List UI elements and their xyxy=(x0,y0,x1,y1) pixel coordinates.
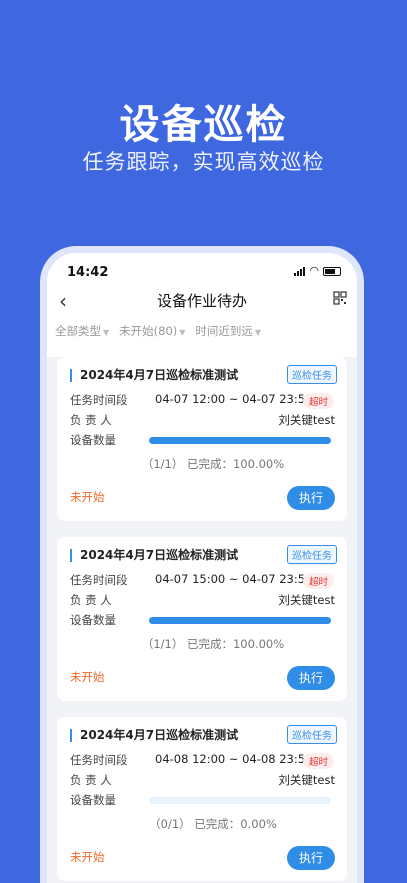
task-type-badge: 巡检任务 xyxy=(287,725,337,744)
progress-bar xyxy=(149,437,331,444)
task-card[interactable]: 2024年4月7日巡检标准测试 巡检任务 任务时间段 04-07 12:00 ~… xyxy=(57,357,347,521)
app-screen: 14:42 ◠ ‹ 设备作业待办 全部类型 ▼ 未开始(80) ▼ 时间近到远 ▼ xyxy=(47,253,357,883)
time-label: 任务时间段 xyxy=(70,753,128,767)
status-time: 14:42 xyxy=(67,265,109,280)
person-label: 负 责 人 xyxy=(70,773,112,787)
progress-bar xyxy=(149,797,331,804)
overdue-badge: 超时 xyxy=(303,573,335,589)
progress-bar xyxy=(149,617,331,624)
filter-sort[interactable]: 时间近到远 ▼ xyxy=(195,323,261,339)
task-status: 未开始 xyxy=(70,850,105,864)
chevron-down-icon: ▼ xyxy=(103,328,110,337)
time-label: 任务时间段 xyxy=(70,393,128,407)
signal-icon xyxy=(294,266,306,276)
progress-text: （1/1） 已完成：100.00% xyxy=(141,637,285,651)
filter-status-label: 未开始(80) xyxy=(119,324,178,338)
person-value: 刘关键test xyxy=(278,773,335,787)
person-label: 负 责 人 xyxy=(70,413,112,427)
top-bar: 14:42 ◠ ‹ 设备作业待办 全部类型 ▼ 未开始(80) ▼ 时间近到远 ▼ xyxy=(47,253,357,357)
overdue-badge: 超时 xyxy=(303,393,335,409)
task-title: 2024年4月7日巡检标准测试 xyxy=(70,369,238,382)
devices-label: 设备数量 xyxy=(70,433,116,447)
task-type-badge: 巡检任务 xyxy=(287,545,337,564)
person-label: 负 责 人 xyxy=(70,593,112,607)
overdue-badge: 超时 xyxy=(303,753,335,769)
battery-icon xyxy=(323,266,341,276)
hero-title: 设备巡检 xyxy=(119,102,288,148)
filter-bar: 全部类型 ▼ 未开始(80) ▼ 时间近到远 ▼ xyxy=(55,323,261,339)
status-icons: ◠ xyxy=(294,264,341,277)
devices-label: 设备数量 xyxy=(70,793,116,807)
task-card[interactable]: 2024年4月7日巡检标准测试 巡检任务 任务时间段 04-07 15:00 ~… xyxy=(57,537,347,701)
chevron-down-icon: ▼ xyxy=(254,328,262,337)
filter-type[interactable]: 全部类型 ▼ xyxy=(55,323,109,339)
task-title: 2024年4月7日巡检标准测试 xyxy=(70,549,238,562)
progress-fill xyxy=(149,617,331,624)
task-type-badge: 巡检任务 xyxy=(287,365,337,384)
task-status: 未开始 xyxy=(70,670,105,684)
task-title: 2024年4月7日巡检标准测试 xyxy=(70,729,238,742)
task-status: 未开始 xyxy=(70,490,105,504)
page-title: 设备作业待办 xyxy=(156,292,247,310)
execute-button[interactable]: 执行 xyxy=(287,486,335,510)
chevron-down-icon: ▼ xyxy=(179,328,186,337)
phone-frame: 14:42 ◠ ‹ 设备作业待办 全部类型 ▼ 未开始(80) ▼ 时间近到远 ▼ xyxy=(40,246,364,883)
time-range: 04-08 12:00 ~ 04-08 23:59 xyxy=(155,752,313,766)
devices-label: 设备数量 xyxy=(70,613,116,627)
progress-text: （1/1） 已完成：100.00% xyxy=(141,457,285,471)
hero-subtitle: 任务跟踪，实现高效巡检 xyxy=(82,150,325,174)
execute-button[interactable]: 执行 xyxy=(287,666,335,690)
filter-type-label: 全部类型 xyxy=(55,324,101,338)
time-range: 04-07 15:00 ~ 04-07 23:59 xyxy=(155,572,313,586)
filter-sort-label: 时间近到远 xyxy=(195,324,253,338)
person-value: 刘关键test xyxy=(278,593,335,607)
task-card[interactable]: 2024年4月7日巡检标准测试 巡检任务 任务时间段 04-08 12:00 ~… xyxy=(57,717,347,881)
progress-fill xyxy=(149,437,331,444)
time-range: 04-07 12:00 ~ 04-07 23:59 xyxy=(155,392,313,406)
wifi-icon: ◠ xyxy=(309,264,319,277)
filter-status[interactable]: 未开始(80) ▼ xyxy=(119,323,185,339)
time-label: 任务时间段 xyxy=(70,573,128,587)
person-value: 刘关键test xyxy=(278,413,335,427)
qr-scan-icon[interactable] xyxy=(333,291,347,305)
execute-button[interactable]: 执行 xyxy=(287,846,335,870)
progress-text: （0/1） 已完成：0.00% xyxy=(149,817,277,831)
